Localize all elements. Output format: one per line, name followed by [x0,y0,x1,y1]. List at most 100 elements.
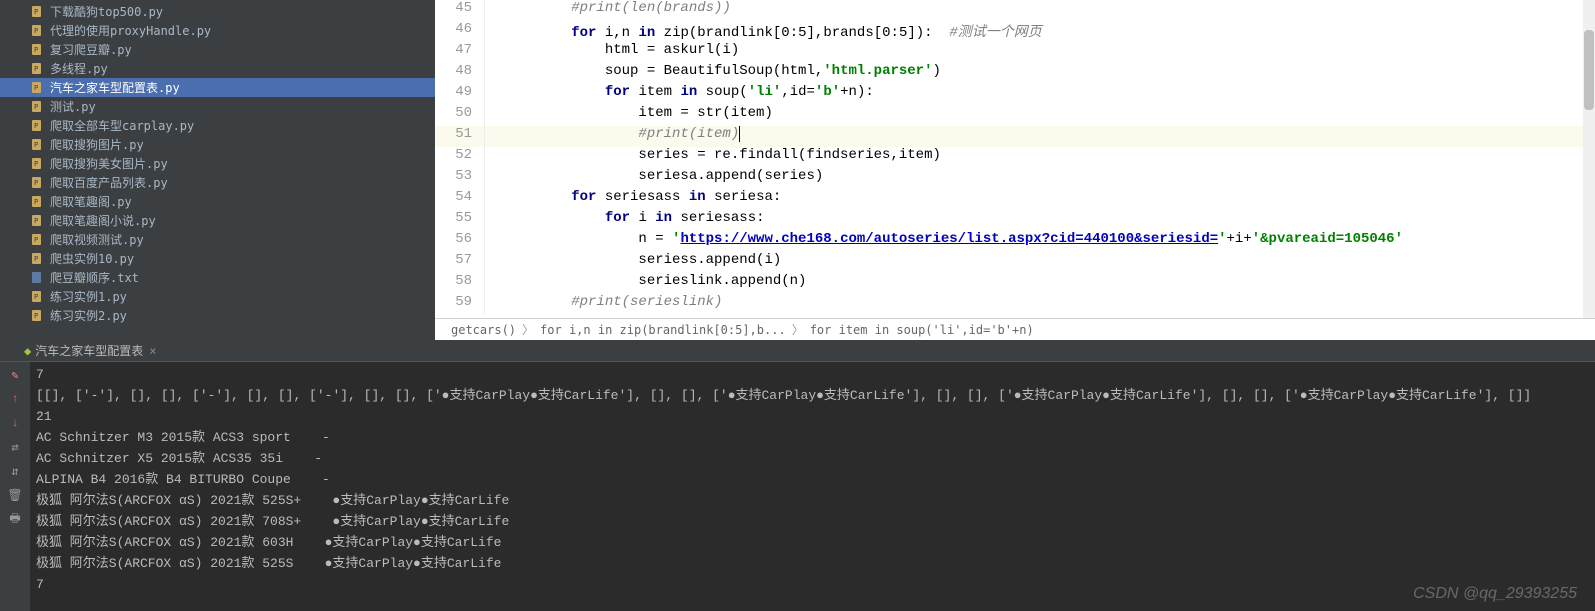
print-icon[interactable]: 🖶 [6,510,24,528]
code-line[interactable]: 59 #print(serieslink) [435,294,1595,315]
fold-gutter[interactable] [485,21,500,42]
arrow-up-icon[interactable]: ↑ [6,390,24,408]
code-text[interactable]: #print(serieslink) [500,294,1595,315]
fold-gutter[interactable] [485,84,500,105]
line-number: 55 [435,210,485,231]
line-number: 47 [435,42,485,63]
breadcrumb[interactable]: getcars()〉for i,n in zip(brandlink[0:5],… [435,318,1595,340]
code-line[interactable]: 46 for i,n in zip(brandlink[0:5],brands[… [435,21,1595,42]
project-file-tree[interactable]: P下载酷狗top500.pyP代理的使用proxyHandle.pyP复习爬豆瓣… [0,0,435,340]
code-line[interactable]: 52 series = re.findall(findseries,item) [435,147,1595,168]
code-editor[interactable]: 45 #print(len(brands))46 for i,n in zip(… [435,0,1595,318]
pencil-icon[interactable]: ✎ [6,366,24,384]
scrollbar-thumb[interactable] [1584,30,1594,110]
fold-gutter[interactable] [485,189,500,210]
code-text[interactable]: item = str(item) [500,105,1595,126]
code-line[interactable]: 49 for item in soup('li',id='b'+n): [435,84,1595,105]
editor-scrollbar[interactable] [1583,0,1595,318]
file-name: 复习爬豆瓣.py [50,41,132,58]
code-line[interactable]: 56 n = 'https://www.che168.com/autoserie… [435,231,1595,252]
code-text[interactable]: for i in seriesass: [500,210,1595,231]
file-name: 汽车之家车型配置表.py [50,79,180,96]
code-line[interactable]: 51 #print(item) [435,126,1595,147]
code-line[interactable]: 53 seriesa.append(series) [435,168,1595,189]
fold-gutter[interactable] [485,252,500,273]
code-line[interactable]: 48 soup = BeautifulSoup(html,'html.parse… [435,63,1595,84]
python-file-icon: P [30,138,44,152]
file-tree-item[interactable]: P多线程.py [0,59,435,78]
fold-gutter[interactable] [485,273,500,294]
file-tree-item[interactable]: P练习实例2.py [0,306,435,325]
svg-text:P: P [34,160,38,168]
code-text[interactable]: seriess.append(i) [500,252,1595,273]
code-text[interactable]: #print(item) [500,126,1595,147]
fold-gutter[interactable] [485,294,500,315]
python-file-icon: P [30,157,44,171]
svg-text:P: P [34,236,38,244]
line-number: 56 [435,231,485,252]
file-tree-item[interactable]: P复习爬豆瓣.py [0,40,435,59]
code-line[interactable]: 57 seriess.append(i) [435,252,1595,273]
console-panel: ✎ ↑ ↓ ⇄ ⇵ 🗑 🖶 7 [[], ['-'], [], [], ['-'… [0,362,1595,611]
line-number: 49 [435,84,485,105]
file-tree-item[interactable]: 爬豆瓣顺序.txt [0,268,435,287]
file-tree-item[interactable]: P爬取百度产品列表.py [0,173,435,192]
fold-gutter[interactable] [485,63,500,84]
file-tree-item[interactable]: P爬取搜狗美女图片.py [0,154,435,173]
run-tabs: ◆ 汽车之家车型配置表 × [0,340,1595,362]
file-tree-item[interactable]: P爬取视频测试.py [0,230,435,249]
code-text[interactable]: soup = BeautifulSoup(html,'html.parser') [500,63,1595,84]
file-tree-item[interactable]: P 爬取搜狗图片.py [0,135,435,154]
file-tree-item[interactable]: P爬取笔趣阁小说.py [0,211,435,230]
code-text[interactable]: for i,n in zip(brandlink[0:5],brands[0:5… [500,21,1595,42]
code-text[interactable]: series = re.findall(findseries,item) [500,147,1595,168]
scroll-icon[interactable]: ⇵ [6,462,24,480]
file-tree-item[interactable]: P爬取笔趣阁.py [0,192,435,211]
code-text[interactable]: #print(len(brands)) [500,0,1595,21]
code-line[interactable]: 58 serieslink.append(n) [435,273,1595,294]
fold-gutter[interactable] [485,231,500,252]
code-text[interactable]: html = askurl(i) [500,42,1595,63]
line-number: 48 [435,63,485,84]
file-tree-item[interactable]: P爬虫实例10.py [0,249,435,268]
run-tab[interactable]: ◆ 汽车之家车型配置表 × [18,341,162,361]
code-text[interactable]: seriesa.append(series) [500,168,1595,189]
code-line[interactable]: 55 for i in seriesass: [435,210,1595,231]
file-tree-item[interactable]: P练习实例1.py [0,287,435,306]
svg-text:P: P [34,122,38,130]
breadcrumb-item[interactable]: for item in soup('li',id='b'+n) [804,323,1040,337]
close-icon[interactable]: × [149,344,156,358]
file-tree-item[interactable]: P爬取全部车型carplay.py [0,116,435,135]
trash-icon[interactable]: 🗑 [6,486,24,504]
fold-gutter[interactable] [485,147,500,168]
fold-gutter[interactable] [485,126,500,147]
code-text[interactable]: serieslink.append(n) [500,273,1595,294]
file-tree-item[interactable]: P代理的使用proxyHandle.py [0,21,435,40]
file-tree-item[interactable]: P 汽车之家车型配置表.py [0,78,435,97]
breadcrumb-item[interactable]: getcars() [445,323,522,337]
fold-gutter[interactable] [485,0,500,21]
code-line[interactable]: 54 for seriesass in seriesa: [435,189,1595,210]
python-file-icon: P [30,81,44,95]
breadcrumb-item[interactable]: for i,n in zip(brandlink[0:5],b... [534,323,792,337]
console-output[interactable]: 7 [[], ['-'], [], [], ['-'], [], [], ['-… [30,362,1595,611]
fold-gutter[interactable] [485,105,500,126]
code-text[interactable]: for seriesass in seriesa: [500,189,1595,210]
code-line[interactable]: 45 #print(len(brands)) [435,0,1595,21]
code-text[interactable]: for item in soup('li',id='b'+n): [500,84,1595,105]
file-tree-item[interactable]: P测试.py [0,97,435,116]
file-tree-item[interactable]: P下载酷狗top500.py [0,2,435,21]
fold-gutter[interactable] [485,168,500,189]
svg-text:P: P [34,293,38,301]
soft-wrap-icon[interactable]: ⇄ [6,438,24,456]
chevron-right-icon: 〉 [522,321,534,338]
svg-text:P: P [34,312,38,320]
file-name: 爬取搜狗图片.py [50,136,144,153]
fold-gutter[interactable] [485,42,500,63]
arrow-down-icon[interactable]: ↓ [6,414,24,432]
svg-text:P: P [34,8,38,16]
code-line[interactable]: 50 item = str(item) [435,105,1595,126]
fold-gutter[interactable] [485,210,500,231]
code-line[interactable]: 47 html = askurl(i) [435,42,1595,63]
code-text[interactable]: n = 'https://www.che168.com/autoseries/l… [500,231,1595,252]
